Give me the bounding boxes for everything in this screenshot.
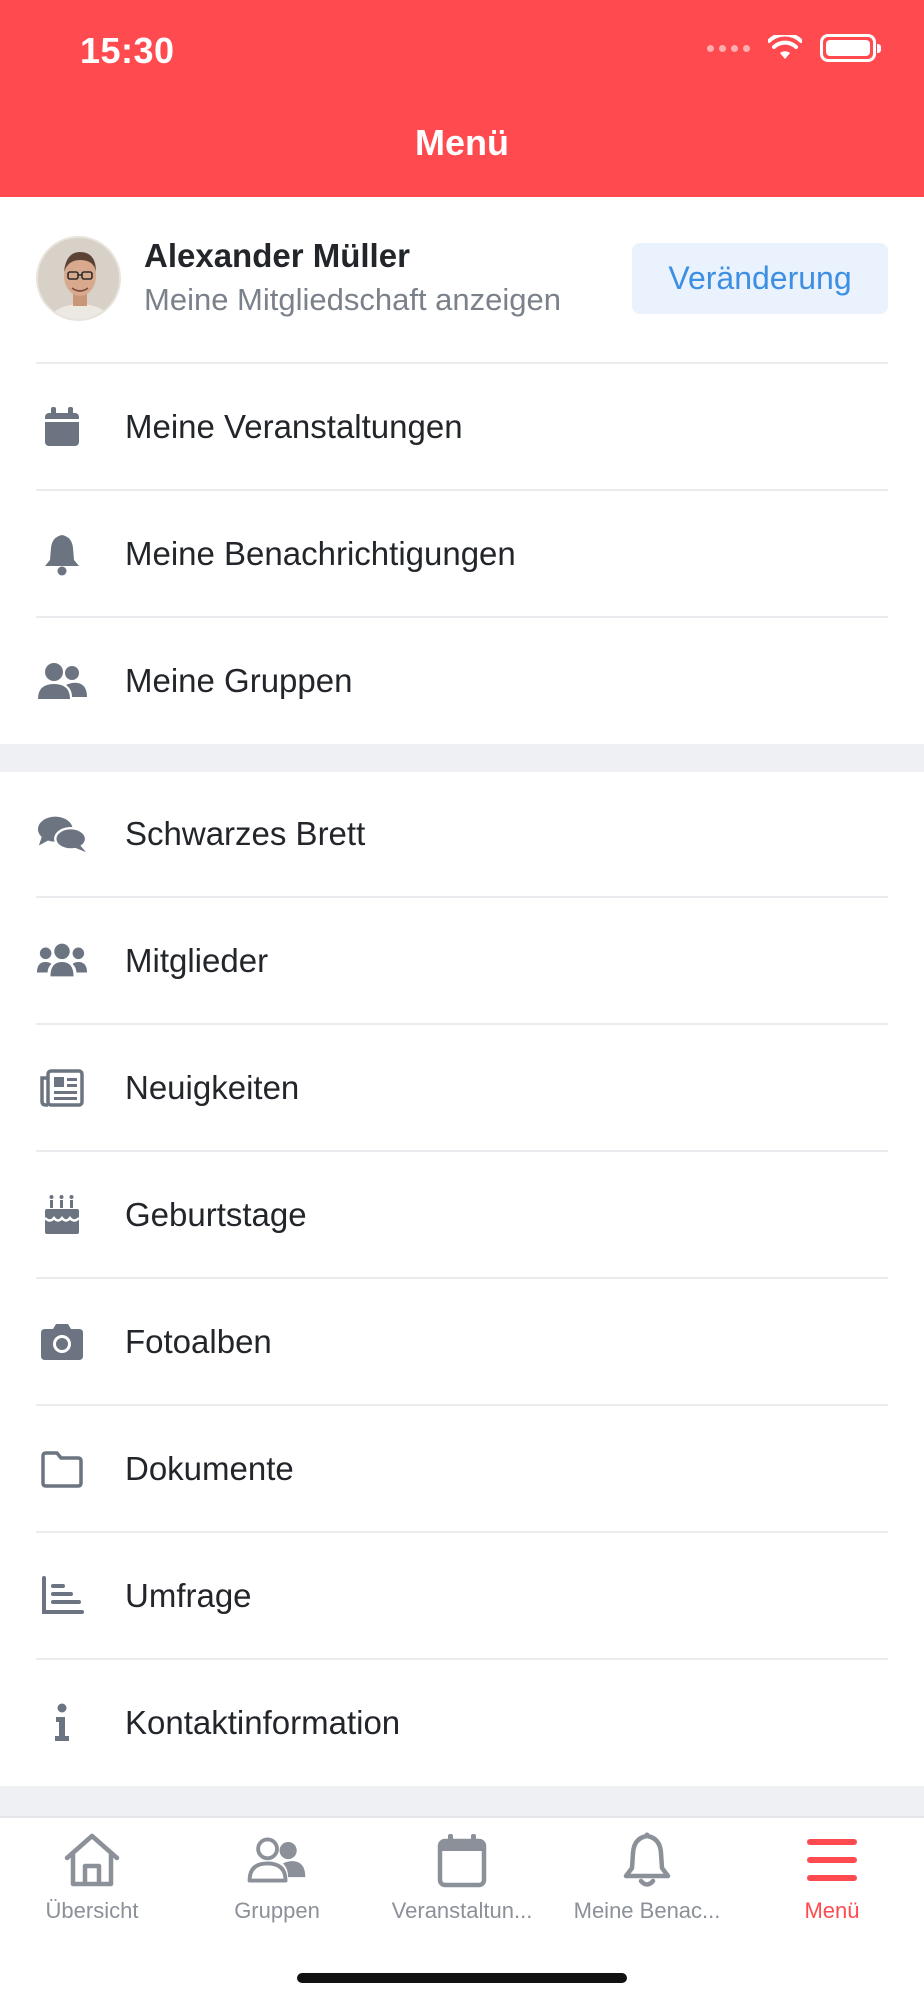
profile-name: Alexander Müller [144, 237, 410, 274]
view-membership-link[interactable]: Meine Mitgliedschaft anzeigen [144, 282, 561, 318]
change-button[interactable]: Veränderung [632, 243, 888, 314]
menu-item-label: Mitglieder [125, 942, 269, 979]
menu-item-label: Kontaktinformation [125, 1704, 401, 1741]
bell-icon [617, 1830, 677, 1890]
section-separator [0, 744, 924, 772]
tab-label: Menü [804, 1898, 860, 1923]
birthday-cake-icon [36, 1189, 88, 1241]
menu-item-label: Schwarzes Brett [125, 815, 366, 852]
menu-item-label: Dokumente [125, 1450, 294, 1487]
menu-item-photo-albums[interactable]: Fotoalben [0, 1279, 924, 1405]
newspaper-icon [36, 1062, 88, 1114]
tab-label: Meine Benac... [573, 1898, 721, 1923]
tab-menu[interactable]: Menü [740, 1818, 924, 1938]
menu-item-my-groups[interactable]: Meine Gruppen [0, 618, 924, 744]
menu-item-label: Meine Gruppen [125, 662, 353, 699]
app-header: 15:30 Menü [0, 0, 924, 197]
tab-label: Gruppen [234, 1898, 320, 1923]
bell-icon [36, 528, 88, 580]
menu-item-label: Umfrage [125, 1577, 252, 1614]
calendar-icon [36, 401, 88, 453]
wifi-icon [768, 35, 802, 59]
tab-groups[interactable]: Gruppen [185, 1818, 369, 1938]
menu-item-birthdays[interactable]: Geburtstage [0, 1152, 924, 1278]
menu-item-label: Fotoalben [125, 1323, 272, 1360]
menu-item-contact-info[interactable]: Kontaktinformation [0, 1660, 924, 1786]
signal-icon [707, 44, 750, 52]
menu-item-survey[interactable]: Umfrage [0, 1533, 924, 1659]
menu-item-my-notifications[interactable]: Meine Benachrichtigungen [0, 491, 924, 617]
tab-events[interactable]: Veranstaltun... [370, 1818, 554, 1938]
folder-icon [36, 1443, 88, 1495]
menu-item-my-events[interactable]: Meine Veranstaltungen [0, 364, 924, 490]
calendar-icon [432, 1830, 492, 1890]
menu-item-label: Meine Veranstaltungen [125, 408, 463, 445]
menu-icon [802, 1830, 862, 1890]
camera-icon [36, 1316, 88, 1368]
profile-card[interactable]: Alexander Müller Meine Mitgliedschaft an… [0, 197, 924, 363]
menu-item-documents[interactable]: Dokumente [0, 1406, 924, 1532]
menu-item-news[interactable]: Neuigkeiten [0, 1025, 924, 1151]
menu-item-label: Meine Benachrichtigungen [125, 535, 516, 572]
menu-item-bulletin-board[interactable]: Schwarzes Brett [0, 771, 924, 897]
tab-notifications[interactable]: Meine Benac... [555, 1818, 739, 1938]
poll-chart-icon [36, 1570, 88, 1622]
group-icon [247, 1830, 307, 1890]
home-icon [62, 1830, 122, 1890]
battery-icon [820, 34, 881, 62]
info-icon [36, 1697, 88, 1749]
section-separator [0, 1786, 924, 1816]
tab-label: Übersicht [45, 1898, 139, 1923]
tab-overview[interactable]: Übersicht [0, 1818, 184, 1938]
status-time: 15:30 [80, 30, 175, 71]
avatar[interactable] [36, 236, 121, 321]
tab-label: Veranstaltun... [391, 1898, 533, 1923]
users-icon [36, 655, 88, 707]
home-indicator[interactable] [297, 1973, 627, 1983]
comments-icon [36, 808, 88, 860]
members-icon [36, 935, 88, 987]
menu-item-label: Geburtstage [125, 1196, 307, 1233]
menu-item-members[interactable]: Mitglieder [0, 898, 924, 1024]
page-title: Menü [415, 122, 509, 163]
menu-item-label: Neuigkeiten [125, 1069, 300, 1106]
status-icons [707, 34, 881, 62]
